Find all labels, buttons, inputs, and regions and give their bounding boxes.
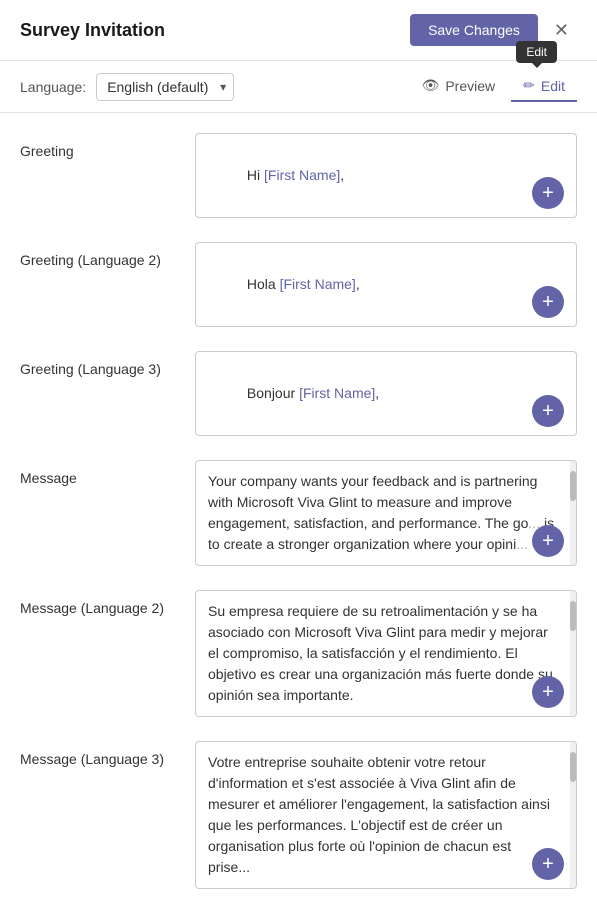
greeting3-merge-firstname: [First Name] [299, 385, 375, 401]
language-section: Language: English (default) [20, 73, 234, 101]
scrollbar-track-message-lang3 [570, 742, 576, 888]
tabs-and-tooltip: Edit 👁 Preview ✏ Edit [410, 71, 577, 102]
tab-edit[interactable]: ✏ Edit [511, 71, 577, 102]
field-row-message: Message Your company wants your feedback… [20, 450, 577, 566]
tab-edit-label: Edit [541, 78, 565, 94]
scrollbar-thumb-message [570, 471, 576, 501]
field-row-greeting-lang3: Greeting (Language 3) Bonjour [First Nam… [20, 341, 577, 436]
greeting2-text-hola: Hola [247, 276, 280, 292]
field-text-greeting-lang3: Bonjour [First Name], [196, 352, 576, 435]
tab-preview-label: Preview [445, 78, 495, 94]
field-label-message: Message [20, 460, 195, 486]
greeting-merge-firstname: [First Name] [264, 167, 340, 183]
message-lang3-add-button[interactable]: + [532, 848, 564, 880]
scrollbar-track-message-lang2 [570, 591, 576, 716]
app-window: Survey Invitation Save Changes ✕ Languag… [0, 0, 597, 913]
greeting-lang3-add-button[interactable]: + [532, 395, 564, 427]
field-text-message-lang2: Su empresa requiere de su retroalimentac… [196, 591, 576, 716]
greeting3-text-comma: , [375, 385, 379, 401]
scrollbar-thumb-message-lang2 [570, 601, 576, 631]
scrollbar-track-message [570, 461, 576, 565]
message-lang2-add-button[interactable]: + [532, 676, 564, 708]
field-text-greeting-lang2: Hola [First Name], [196, 243, 576, 326]
content-area: Greeting Hi [First Name], + Greeting (La… [0, 113, 597, 913]
greeting2-text-comma: , [356, 276, 360, 292]
close-icon: ✕ [554, 20, 569, 41]
field-label-greeting-lang2: Greeting (Language 2) [20, 242, 195, 268]
field-row-message-lang2: Message (Language 2) Su empresa requiere… [20, 580, 577, 717]
toolbar: Language: English (default) Edit 👁 Previ… [0, 61, 597, 113]
view-tabs: 👁 Preview ✏ Edit [410, 71, 577, 102]
field-text-message-lang3: Votre entreprise souhaite obtenir votre … [196, 742, 576, 888]
greeting-text-comma: , [340, 167, 344, 183]
field-text-greeting: Hi [First Name], [196, 134, 576, 217]
greeting-lang2-add-button[interactable]: + [532, 286, 564, 318]
field-input-message-lang3[interactable]: Votre entreprise souhaite obtenir votre … [195, 741, 577, 889]
field-input-message[interactable]: Your company wants your feedback and is … [195, 460, 577, 566]
field-label-greeting-lang3: Greeting (Language 3) [20, 351, 195, 377]
scrollbar-thumb-message-lang3 [570, 752, 576, 782]
greeting-add-button[interactable]: + [532, 177, 564, 209]
field-input-greeting-lang2[interactable]: Hola [First Name], + [195, 242, 577, 327]
edit-icon: ✏ [523, 77, 535, 94]
preview-icon: 👁 [422, 77, 440, 94]
field-input-greeting-lang3[interactable]: Bonjour [First Name], + [195, 351, 577, 436]
message-add-button[interactable]: + [532, 525, 564, 557]
language-select[interactable]: English (default) [96, 73, 234, 101]
field-label-greeting: Greeting [20, 133, 195, 159]
field-label-message-lang3: Message (Language 3) [20, 741, 195, 767]
tooltip-edit: Edit [516, 41, 557, 63]
page-title: Survey Invitation [20, 20, 165, 41]
greeting3-text-bonjour: Bonjour [247, 385, 299, 401]
field-input-message-lang2[interactable]: Su empresa requiere de su retroalimentac… [195, 590, 577, 717]
greeting2-merge-firstname: [First Name] [280, 276, 356, 292]
field-row-message-lang3: Message (Language 3) Votre entreprise so… [20, 731, 577, 889]
field-text-message: Your company wants your feedback and is … [196, 461, 576, 565]
field-row-greeting-lang2: Greeting (Language 2) Hola [First Name],… [20, 232, 577, 327]
tab-preview[interactable]: 👁 Preview [410, 71, 508, 102]
greeting-text-hi: Hi [247, 167, 264, 183]
header: Survey Invitation Save Changes ✕ [0, 0, 597, 61]
language-label: Language: [20, 79, 86, 95]
language-select-wrapper: English (default) [96, 73, 234, 101]
field-label-message-lang2: Message (Language 2) [20, 590, 195, 616]
field-input-greeting[interactable]: Hi [First Name], + [195, 133, 577, 218]
field-row-greeting: Greeting Hi [First Name], + [20, 123, 577, 218]
